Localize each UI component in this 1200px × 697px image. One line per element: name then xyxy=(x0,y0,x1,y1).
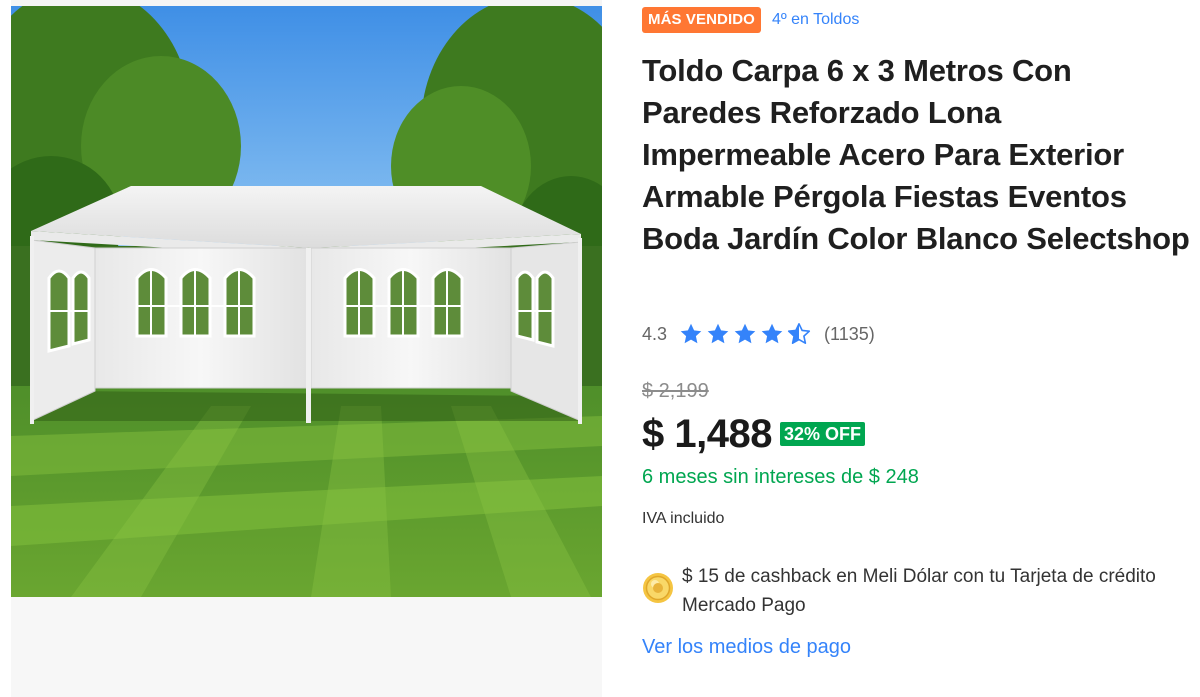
product-photo[interactable] xyxy=(11,6,602,597)
star-full-icon xyxy=(680,323,702,344)
installments-text: 6 meses sin intereses de $ 248 xyxy=(642,466,919,488)
best-seller-badge: MÁS VENDIDO xyxy=(642,7,761,33)
rating-summary[interactable]: 4.3 (1135) xyxy=(642,320,875,348)
current-price: $ 1,488 xyxy=(642,411,772,456)
star-full-icon xyxy=(707,323,729,344)
tax-note: IVA incluido xyxy=(642,510,725,527)
star-full-icon xyxy=(761,323,783,344)
badge-row: MÁS VENDIDO 4º en Toldos xyxy=(642,6,859,34)
star-rating xyxy=(679,322,811,346)
product-title: Toldo Carpa 6 x 3 Metros Con Paredes Ref… xyxy=(642,53,1190,256)
category-rank-link[interactable]: 4º en Toldos xyxy=(772,11,859,29)
star-full-icon xyxy=(734,323,756,344)
review-count: (1135) xyxy=(824,323,875,344)
original-price: $ 2,199 xyxy=(642,380,709,402)
product-gallery xyxy=(11,0,602,697)
rating-value: 4.3 xyxy=(642,323,668,344)
payment-methods-link[interactable]: Ver los medios de pago xyxy=(642,636,851,659)
gallery-lower-area xyxy=(11,597,602,697)
cashback-promo: $ 15 de cashback en Meli Dólar con tu Ta… xyxy=(642,562,1190,620)
star-half-icon xyxy=(787,323,811,344)
cashback-text: $ 15 de cashback en Meli Dólar con tu Ta… xyxy=(682,566,1156,616)
discount-badge: 32% OFF xyxy=(779,422,865,446)
price-row: $ 1,488 32% OFF xyxy=(642,410,865,458)
meli-dollar-coin-icon xyxy=(643,573,673,603)
